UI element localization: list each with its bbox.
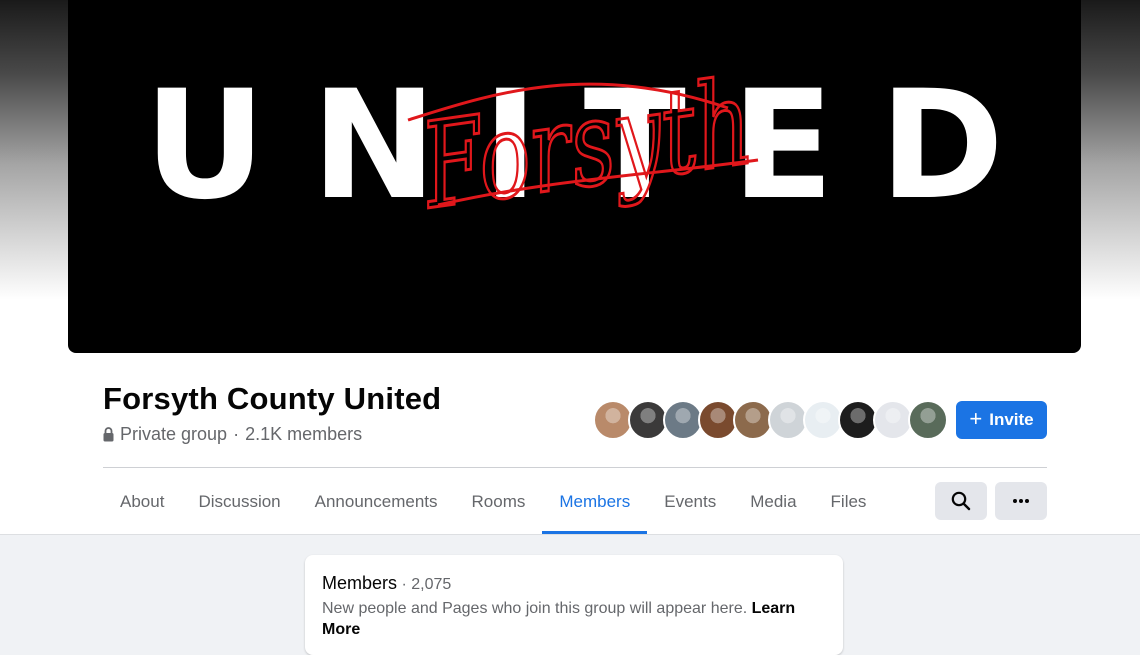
invite-button[interactable]: + Invite (956, 401, 1047, 439)
members-card: Members · 2,075 New people and Pages who… (305, 555, 843, 655)
member-avatar-2[interactable] (628, 400, 668, 440)
meta-separator: · (233, 424, 240, 444)
member-avatar-8[interactable] (838, 400, 878, 440)
tab-members[interactable]: Members (542, 470, 648, 534)
group-meta: Private group · 2.1K members (103, 424, 362, 445)
group-tabs: About Discussion Announcements Rooms Members… (103, 470, 883, 534)
members-title: Members (322, 573, 398, 593)
tab-discussion[interactable]: Discussion (181, 470, 297, 534)
member-avatar-3[interactable] (663, 400, 703, 440)
member-avatars (593, 400, 948, 440)
member-avatar-1[interactable] (593, 400, 633, 440)
member-count[interactable]: 2.1K members (245, 424, 362, 445)
header-divider (103, 467, 1047, 468)
plus-icon: + (969, 405, 983, 431)
members-separator: · (397, 576, 412, 593)
tab-rooms[interactable]: Rooms (455, 470, 543, 534)
more-button[interactable] (995, 482, 1047, 520)
tab-about[interactable]: About (103, 470, 181, 534)
lock-icon (103, 427, 114, 442)
privacy-label[interactable]: Private group (120, 424, 227, 445)
member-avatar-9[interactable] (873, 400, 913, 440)
tab-announcements[interactable]: Announcements (298, 470, 455, 534)
member-avatar-7[interactable] (803, 400, 843, 440)
members-description-text: New people and Pages who join this group… (322, 600, 748, 617)
cover-script-forsyth: Forsyth (413, 53, 760, 236)
search-button[interactable] (935, 482, 987, 520)
member-avatar-10[interactable] (908, 400, 948, 440)
members-description: New people and Pages who join this group… (322, 598, 822, 640)
member-avatar-6[interactable] (768, 400, 808, 440)
tab-events[interactable]: Events (647, 470, 733, 534)
tab-files[interactable]: Files (814, 470, 884, 534)
member-avatar-5[interactable] (733, 400, 773, 440)
tab-media[interactable]: Media (733, 470, 813, 534)
invite-label: Invite (989, 410, 1034, 429)
members-heading: Members · 2,075 (322, 573, 451, 594)
more-icon (1013, 499, 1029, 503)
header-bottom-border (0, 534, 1140, 535)
members-count: 2,075 (411, 576, 452, 593)
group-name[interactable]: Forsyth County United (103, 381, 441, 417)
cover-photo[interactable]: UNITED Forsyth (68, 0, 1081, 353)
member-avatar-4[interactable] (698, 400, 738, 440)
search-icon (951, 491, 971, 511)
